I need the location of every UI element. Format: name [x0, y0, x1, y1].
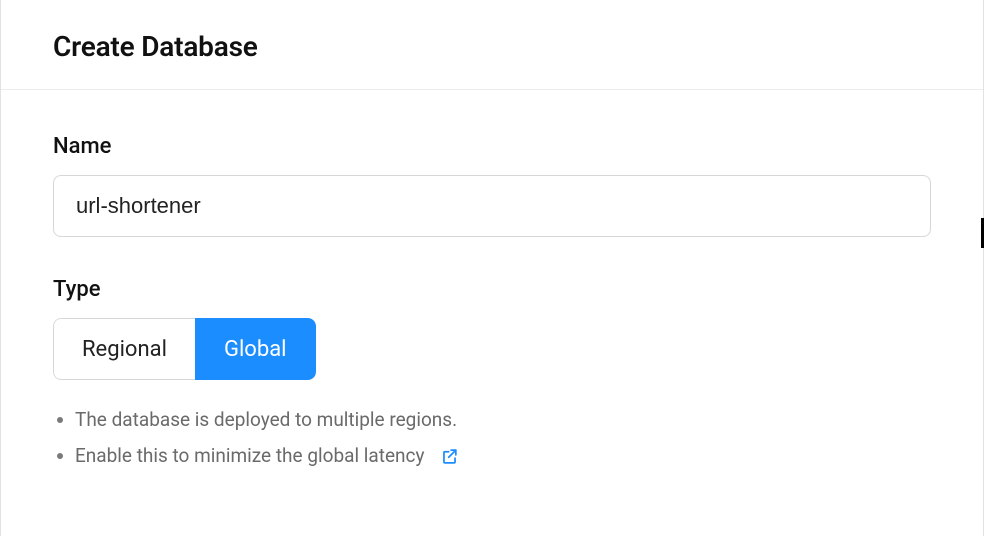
- hint-text: Enable this to minimize the global laten…: [75, 438, 424, 474]
- name-field: Name: [53, 134, 931, 237]
- external-link-icon[interactable]: [440, 447, 459, 466]
- hint-text: The database is deployed to multiple reg…: [75, 402, 457, 438]
- type-option-regional[interactable]: Regional: [53, 318, 195, 380]
- bullet-icon: [57, 453, 63, 459]
- name-input[interactable]: [53, 175, 931, 237]
- page-title: Create Database: [53, 30, 931, 63]
- type-field: Type Regional Global The database is dep…: [53, 277, 931, 474]
- type-option-global[interactable]: Global: [195, 318, 316, 380]
- type-hints: The database is deployed to multiple reg…: [53, 402, 931, 474]
- list-item: Enable this to minimize the global laten…: [57, 438, 931, 474]
- bullet-icon: [57, 417, 63, 423]
- name-label: Name: [53, 134, 931, 159]
- panel-header: Create Database: [1, 0, 983, 90]
- list-item: The database is deployed to multiple reg…: [57, 402, 931, 438]
- type-label: Type: [53, 277, 931, 302]
- type-segmented-control: Regional Global: [53, 318, 316, 380]
- create-database-panel: Create Database Name Type Regional Globa…: [0, 0, 984, 536]
- panel-body: Name Type Regional Global The database i…: [1, 90, 983, 474]
